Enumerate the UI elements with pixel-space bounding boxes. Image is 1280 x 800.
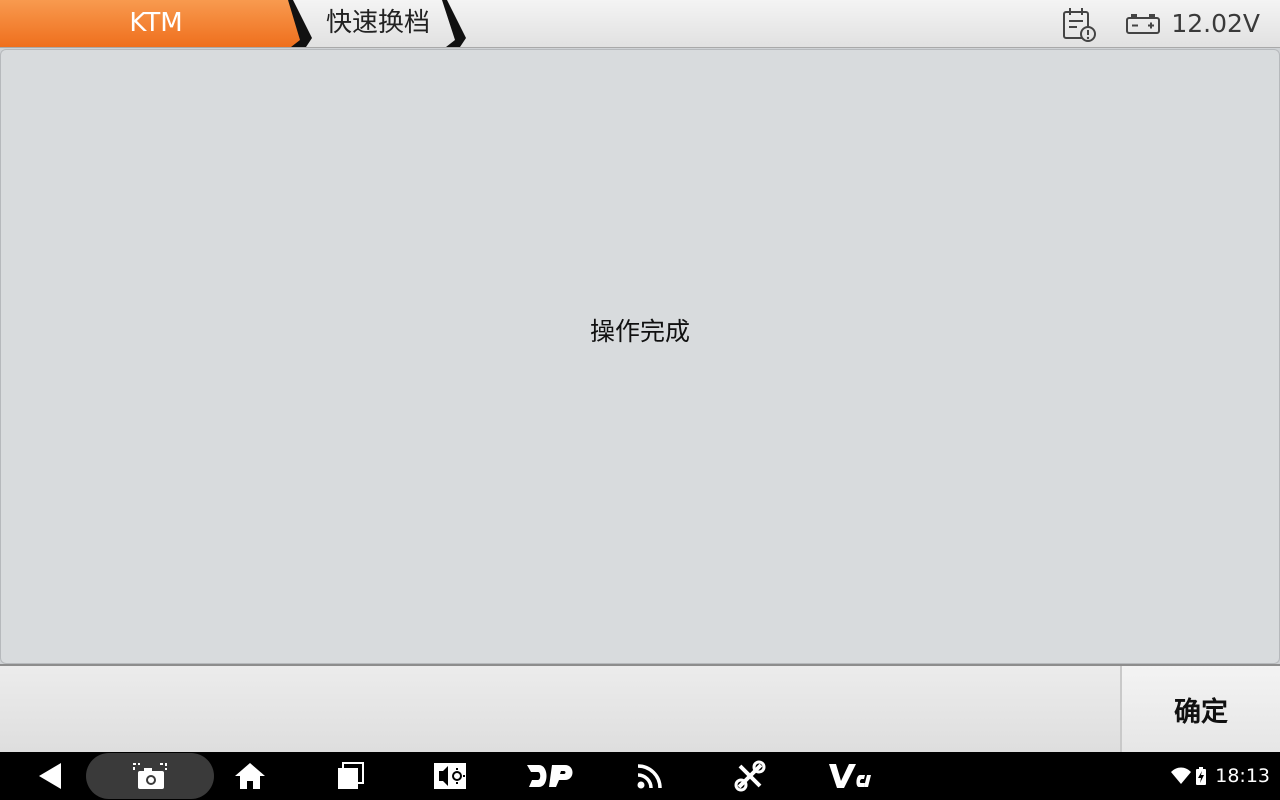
tools-icon (734, 760, 766, 792)
recents-button[interactable] (330, 752, 370, 800)
clock: 18:13 (1215, 765, 1270, 787)
wifi-icon (1171, 767, 1192, 784)
display-settings-icon (434, 763, 466, 789)
ok-button[interactable]: 确定 (1122, 666, 1280, 752)
calendar-alert-icon[interactable] (1061, 6, 1097, 42)
signal-button[interactable] (630, 752, 670, 800)
screenshot-button[interactable] (128, 752, 172, 800)
breadcrumb-item-ktm[interactable]: KTM (0, 0, 312, 47)
home-icon (235, 763, 265, 789)
vci-button[interactable] (826, 752, 874, 800)
recents-icon (338, 762, 364, 789)
display-settings-button[interactable] (430, 752, 470, 800)
signal-icon (637, 764, 662, 789)
screenshot-icon (133, 763, 167, 789)
message-panel: 操作完成 (0, 49, 1280, 664)
back-button[interactable] (30, 752, 70, 800)
back-icon (39, 763, 61, 789)
dp-button[interactable] (524, 752, 576, 800)
system-nav-bar: 18:13 (0, 752, 1280, 800)
car-battery-icon (1126, 13, 1161, 34)
vci-icon (829, 764, 871, 788)
tools-button[interactable] (730, 752, 770, 800)
top-status: 12.02V (1061, 0, 1260, 47)
system-status: 18:13 (1171, 752, 1270, 800)
home-button[interactable] (230, 752, 270, 800)
battery-charging-icon (1196, 767, 1207, 785)
top-bar: KTM 快速换档 12.02V (0, 0, 1280, 48)
breadcrumb-item-quick-shift[interactable]: 快速换档 (326, 0, 430, 47)
dp-icon (527, 765, 573, 787)
action-bar-empty-area (0, 666, 1122, 752)
action-bar: 确定 (0, 664, 1280, 752)
status-message: 操作完成 (589, 317, 690, 346)
battery-voltage: 12.02V (1171, 9, 1260, 38)
